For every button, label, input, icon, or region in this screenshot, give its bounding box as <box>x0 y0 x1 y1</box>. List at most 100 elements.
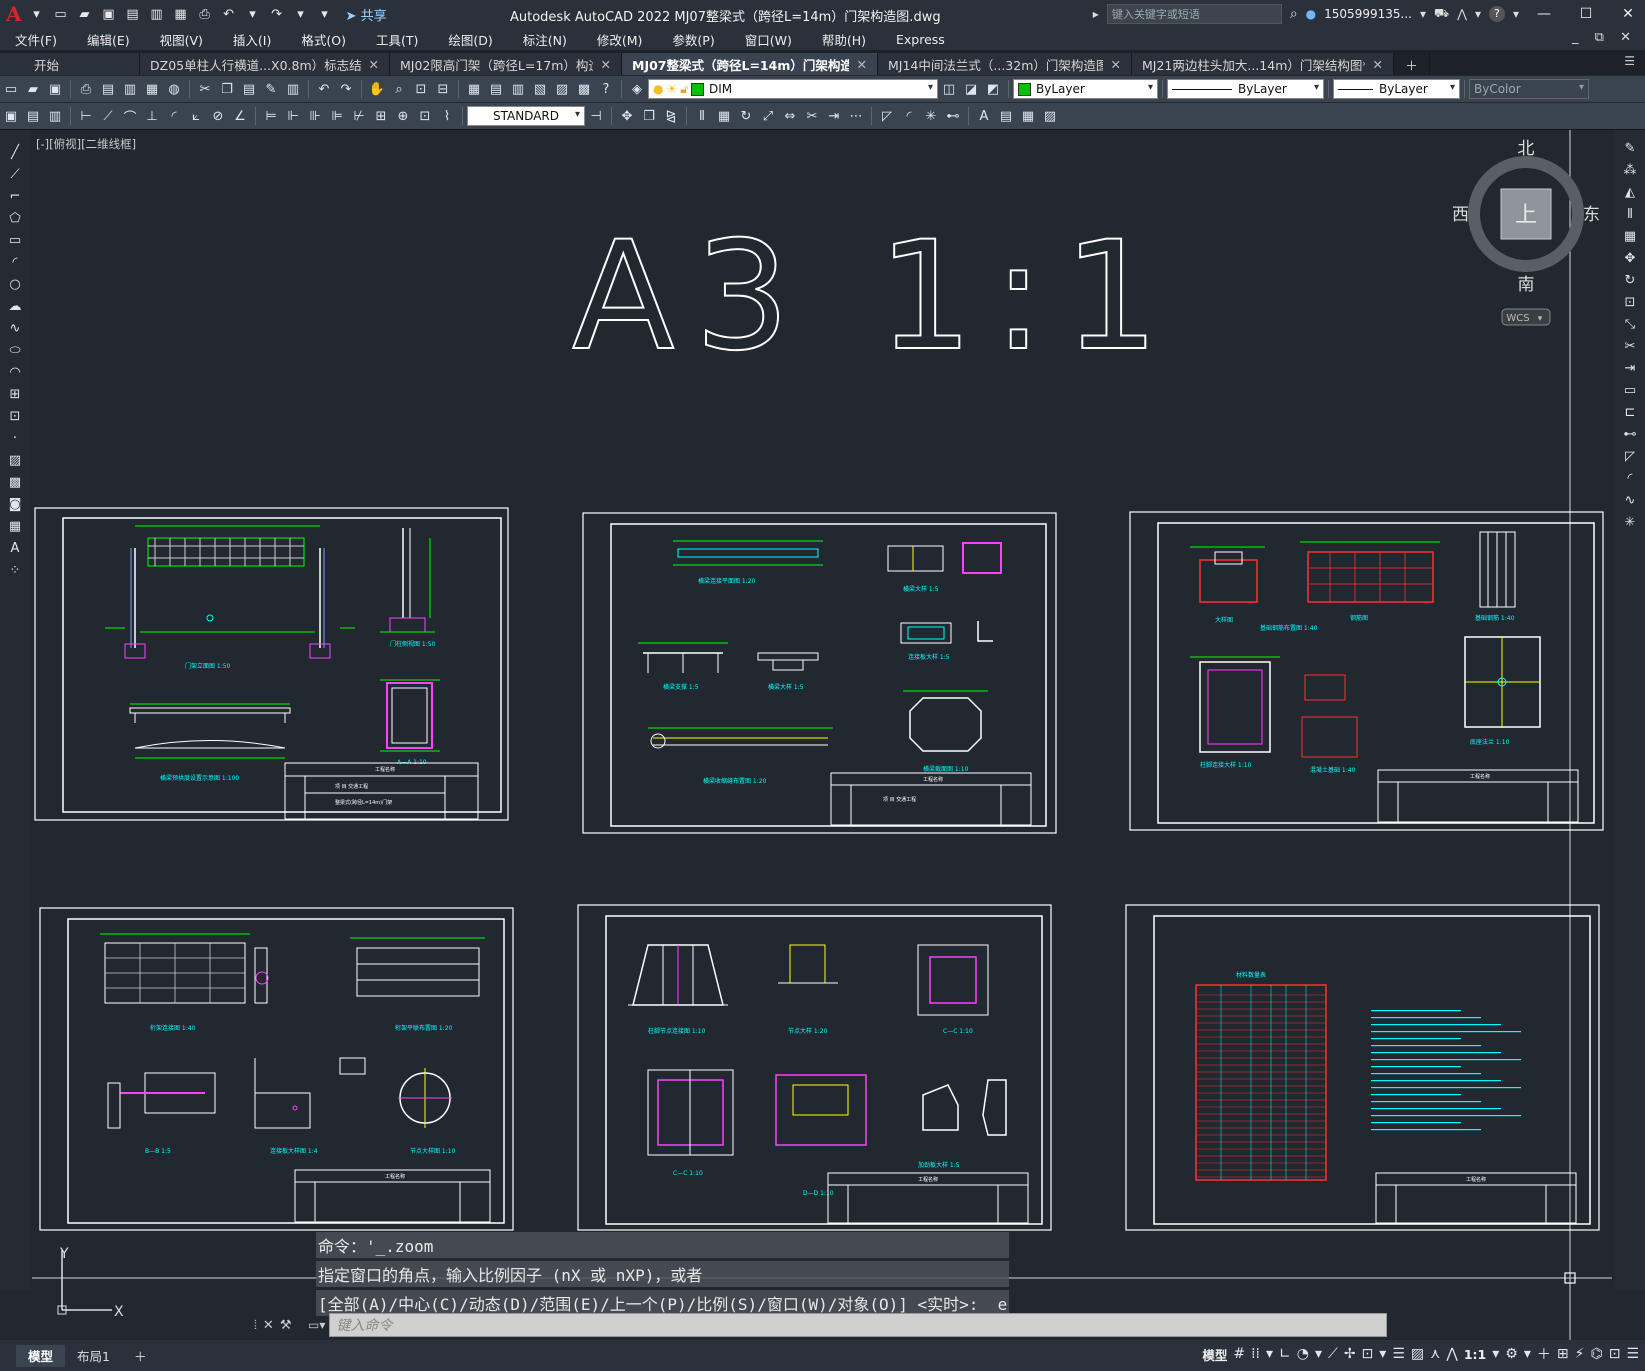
hardware-acceleration-icon[interactable]: ⌬ <box>1590 1346 1602 1362</box>
array-icon[interactable]: ▦ <box>715 107 733 125</box>
layout-tab-model[interactable]: 模型 <box>16 1344 66 1367</box>
save-icon[interactable]: ▣ <box>46 80 64 98</box>
mtext-icon[interactable]: A <box>6 540 24 558</box>
angular-icon[interactable]: ∠ <box>231 107 249 125</box>
command-line-close-icon[interactable]: ✕ <box>263 1318 274 1333</box>
layer-properties-icon[interactable]: ◈ <box>628 80 646 98</box>
share-button[interactable]: ➤ 共享 <box>346 5 387 24</box>
polygon-icon[interactable]: ⬠ <box>6 210 24 228</box>
snap-icon[interactable]: ⁞⁞ <box>1251 1346 1260 1362</box>
compass-south[interactable]: 南 <box>1518 275 1535 295</box>
document-window-controls[interactable]: _ ⧉ ✕ <box>1572 30 1637 45</box>
dimstyle-icon[interactable]: ⊣ <box>587 107 605 125</box>
polar-icon[interactable]: ◔ <box>1297 1346 1309 1362</box>
line-icon[interactable]: ╱ <box>6 144 24 162</box>
user-name[interactable]: 1505999135... <box>1324 7 1412 21</box>
add-layout-button[interactable]: ＋ <box>122 1345 159 1367</box>
ordinate-icon[interactable]: ⊥ <box>143 107 161 125</box>
menu-dimension[interactable]: 标注(N) <box>508 30 582 49</box>
layer-state-icon[interactable]: ◩ <box>984 80 1002 98</box>
isolate-icon[interactable]: ⚡ <box>1575 1346 1585 1362</box>
minimize-icon[interactable]: — <box>1527 6 1561 22</box>
arc-length-icon[interactable]: ⌒ <box>121 107 139 126</box>
compass-north[interactable]: 北 <box>1518 139 1535 159</box>
add-selected-icon[interactable]: ⁘ <box>6 562 24 580</box>
command-input[interactable]: 键入命令 <box>329 1313 1387 1337</box>
save-web-icon[interactable]: ▦ <box>172 5 190 23</box>
tab-close-icon[interactable]: ✕ <box>1373 57 1383 72</box>
hatch-icon[interactable]: ▨ <box>1041 107 1059 125</box>
publish-icon[interactable]: ▥ <box>121 80 139 98</box>
autocad-logo-icon[interactable]: A <box>6 2 22 26</box>
osnap-icon[interactable]: ⊡ <box>1362 1346 1374 1362</box>
fillet-icon[interactable]: ◜ <box>1621 470 1639 488</box>
menu-help[interactable]: 帮助(H) <box>807 30 881 49</box>
undo-dropdown-icon[interactable]: ▾ <box>244 5 262 23</box>
osnap-dropdown-icon[interactable]: ▾ <box>1379 1346 1386 1362</box>
offset-icon[interactable]: ⫴ <box>693 107 711 125</box>
tab-mj07[interactable]: MJ07整梁式（跨径L=14m）门架构造图* ✕ <box>622 53 878 75</box>
tab-close-icon[interactable]: ✕ <box>369 57 379 72</box>
zoom-window-icon[interactable]: ⊡ <box>412 80 430 98</box>
revcloud-icon[interactable]: ☁ <box>6 298 24 316</box>
lineweight-icon[interactable]: ☰ <box>1392 1346 1405 1362</box>
search-expand-icon[interactable]: ▸ <box>1093 7 1099 21</box>
dimstyle-combo[interactable]: STANDARD ▾ <box>467 106 585 126</box>
maximize-icon[interactable]: ☐ <box>1569 6 1603 22</box>
tab-mj14[interactable]: MJ14中间法兰式（...32m）门架构造图* ✕ <box>878 53 1132 75</box>
paste-icon[interactable]: ▤ <box>240 80 258 98</box>
snap-dropdown-icon[interactable]: ▾ <box>1266 1346 1273 1362</box>
lineweight-combo[interactable]: ByLayer ▾ <box>1333 79 1460 99</box>
command-line-customize-icon[interactable]: ⚒ <box>280 1318 292 1333</box>
tab-close-icon[interactable]: ✕ <box>1111 57 1121 72</box>
erase-icon[interactable]: ✎ <box>1621 140 1639 158</box>
qnew-icon[interactable]: ▭ <box>2 80 20 98</box>
tab-close-icon[interactable]: ✕ <box>857 57 867 72</box>
region-icon[interactable]: ◙ <box>6 496 24 514</box>
markup-icon[interactable]: ▨ <box>553 80 571 98</box>
open-web-icon[interactable]: ▥ <box>148 5 166 23</box>
ellipse-arc-icon[interactable]: ◠ <box>6 364 24 382</box>
app-menu-arrow-icon[interactable]: ▾ <box>28 5 46 23</box>
rotate-icon[interactable]: ↻ <box>1621 272 1639 290</box>
space-icon[interactable]: ⊫ <box>328 107 346 125</box>
circle-icon[interactable]: ○ <box>6 276 24 294</box>
explode-icon[interactable]: ✳ <box>1621 514 1639 532</box>
tab-start[interactable]: 开始 <box>0 53 140 75</box>
menu-view[interactable]: 视图(V) <box>145 30 218 49</box>
layout-tab-layout1[interactable]: 布局1 <box>65 1345 122 1367</box>
block-icon[interactable]: ▤ <box>24 107 42 125</box>
continue-icon[interactable]: ⊪ <box>306 107 324 125</box>
tab-mj21[interactable]: MJ21两边柱头加大...14m）门架结构图* ✕ <box>1132 53 1394 75</box>
tab-dz05[interactable]: DZ05单柱人行横道...X0.8m）标志结构图✕ <box>140 53 390 75</box>
isodraft-icon[interactable]: ⟋ <box>1328 1346 1338 1362</box>
3d-print-icon[interactable]: ▦ <box>143 80 161 98</box>
properties-icon[interactable]: ▦ <box>465 80 483 98</box>
move-icon[interactable]: ✥ <box>1621 250 1639 268</box>
close-icon[interactable]: ✕ <box>1611 6 1645 22</box>
compass-east[interactable]: 东 <box>1583 205 1600 225</box>
menu-express[interactable]: Express <box>881 32 960 47</box>
radius-icon[interactable]: ◜ <box>165 107 183 125</box>
new-tab-button[interactable]: ＋ <box>1394 53 1430 75</box>
tool-palettes-icon[interactable]: ▥ <box>509 80 527 98</box>
menu-insert[interactable]: 插入(I) <box>218 30 286 49</box>
help-icon[interactable]: ? <box>1488 6 1505 22</box>
scale-dropdown-icon[interactable]: ▾ <box>1492 1346 1499 1362</box>
plus-icon[interactable]: ＋ <box>1537 1344 1551 1364</box>
web-icon[interactable]: ◍ <box>165 80 183 98</box>
blend-icon[interactable]: ∿ <box>1621 492 1639 510</box>
user-icon[interactable]: ● <box>1306 7 1316 21</box>
command-prompt-icon[interactable]: ▭▾ <box>308 1318 325 1332</box>
quick-dim-icon[interactable]: ⊨ <box>262 107 280 125</box>
rotate-icon[interactable]: ↻ <box>737 107 755 125</box>
spline-icon[interactable]: ∿ <box>6 320 24 338</box>
scale-icon[interactable]: ⤢ <box>759 107 777 125</box>
diameter-icon[interactable]: ⊘ <box>209 107 227 125</box>
cart-icon[interactable]: ⛟ <box>1434 6 1449 22</box>
drawing-canvas[interactable]: A3 1:1 门架立面图 1:50 门柱侧视图 1:50 横梁预拱度设置示意图 … <box>32 130 1612 1340</box>
table-icon[interactable]: ▦ <box>6 518 24 536</box>
osnap-tracking-icon[interactable]: ✢ <box>1344 1346 1356 1362</box>
fillet-icon[interactable]: ◜ <box>900 107 918 125</box>
center-mark-icon[interactable]: ⊕ <box>394 107 412 125</box>
